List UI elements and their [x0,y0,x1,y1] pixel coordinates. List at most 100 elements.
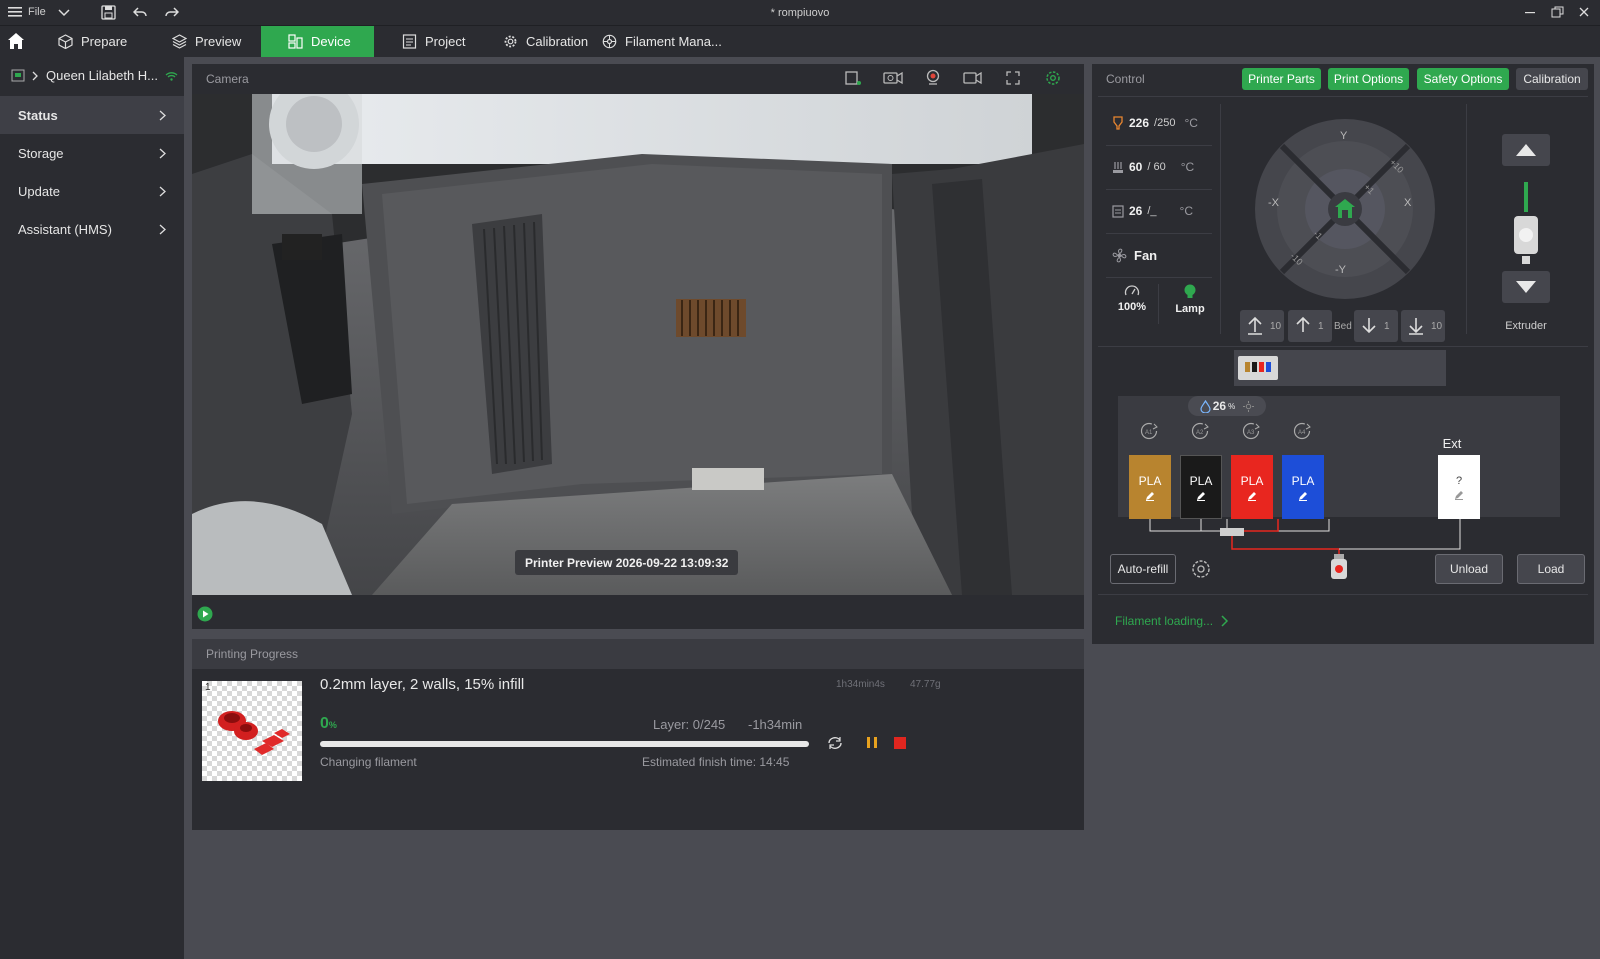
stop-icon[interactable] [894,737,906,749]
ams-humidity[interactable]: 26 % [1188,396,1266,416]
main-nav: Prepare Preview Device Project Calibrati… [0,26,1600,57]
minimize-icon[interactable] [1525,7,1535,17]
svg-text:A3: A3 [1247,430,1255,436]
tab-device[interactable]: Device [261,26,374,57]
refresh-a2-icon[interactable]: A2 [1190,421,1212,441]
jog-x-minus[interactable]: -X [1268,197,1279,209]
printer-icon [11,69,25,82]
sidebar-item-update[interactable]: Update [0,172,184,210]
chevron-right-icon [159,148,166,158]
play-icon[interactable] [197,606,213,622]
bed-unit: °C [1180,160,1195,174]
jog-y-minus[interactable]: -Y [1335,264,1346,276]
tab-preview[interactable]: Preview [158,26,255,57]
printer-parts-button[interactable]: Printer Parts [1242,68,1321,90]
edit-icon [1146,491,1154,501]
camera-settings-icon[interactable] [1045,70,1061,86]
bed-down-10-button[interactable]: 10 [1401,310,1445,342]
sd-card-icon[interactable] [844,70,862,86]
ams-settings-icon[interactable] [1190,558,1212,580]
tab-filament-manager[interactable]: Filament Mana... [588,26,736,57]
safety-options-button[interactable]: Safety Options [1417,68,1509,90]
refresh-a4-icon[interactable]: A4 [1292,421,1314,441]
refresh-a1-icon[interactable]: A1 [1139,421,1161,441]
camera-overlay-label: Printer Preview 2026-09-22 13:09:32 [515,550,739,575]
ams-unit-icon [1238,356,1278,380]
extruder-up-button[interactable] [1502,134,1550,166]
home-icon[interactable] [7,32,25,50]
print-options-button[interactable]: Print Options [1328,68,1409,90]
extruder-label: Extruder [1505,320,1547,332]
chevron-right-icon [159,186,166,196]
camera-panel: Camera Printer Preview 2026-09-22 13:09:… [192,64,1084,629]
auto-refill-button[interactable]: Auto-refill [1110,554,1176,584]
nozzle-unit: °C [1184,116,1198,130]
sun-icon [1243,400,1255,412]
record-icon[interactable] [925,69,941,86]
printer-name: Queen Lilabeth H... [46,68,159,83]
tab-preview-label: Preview [195,34,242,49]
fullscreen-icon[interactable] [1006,71,1020,85]
chevron-right-icon [159,110,166,120]
file-menu[interactable]: File [8,6,46,18]
nozzle-temperature[interactable]: 226 /250 °C [1112,116,1212,130]
tab-project[interactable]: Project [388,26,479,57]
bed-up-1-button[interactable]: 1 [1288,310,1332,342]
pause-icon[interactable] [866,736,878,749]
ams-slot-a2[interactable]: PLA [1180,455,1222,519]
bed-current: 60 [1129,160,1143,174]
ams-slot-a3[interactable]: PLA [1231,455,1273,519]
tab-calibration[interactable]: Calibration [489,26,602,57]
save-icon[interactable] [101,5,116,20]
lamp-label: Lamp [1175,303,1205,315]
chevron-down-icon[interactable] [58,8,70,18]
sidebar-item-assistant[interactable]: Assistant (HMS) [0,210,184,248]
unload-button[interactable]: Unload [1435,554,1503,584]
tab-prepare[interactable]: Prepare [44,26,141,57]
restore-icon[interactable] [1551,6,1564,18]
chevron-right-icon [159,224,166,234]
humidity-unit: % [1228,401,1236,411]
document-icon [402,34,417,49]
jog-x-plus[interactable]: X [1404,197,1411,209]
filament-loading-text: Filament loading... [1115,614,1214,628]
chamber-temperature[interactable]: 26 /_ °C [1112,204,1193,218]
fan-label: Fan [1134,248,1158,263]
jog-y-plus[interactable]: Y [1340,130,1347,142]
redo-icon[interactable] [165,6,179,19]
external-spool-slot[interactable]: ? [1438,455,1480,519]
chevron-right-icon [32,71,38,80]
speed-control[interactable]: 100% [1112,284,1152,313]
tab-project-label: Project [425,34,466,49]
ams-slot-a4[interactable]: PLA [1282,455,1324,519]
calibration-button[interactable]: Calibration [1516,68,1588,90]
bed-up-10-button[interactable]: 10 [1240,310,1284,342]
sidebar-item-label: Storage [18,145,64,161]
extruder-icon [1514,182,1538,264]
model-preview-icon [218,711,290,755]
refresh-a3-icon[interactable]: A3 [1241,421,1263,441]
load-button[interactable]: Load [1517,554,1585,584]
hamburger-icon [8,7,22,17]
extruder-down-button[interactable] [1502,271,1550,303]
printer-selector[interactable]: Queen Lilabeth H... [11,68,178,83]
sidebar-item-status[interactable]: Status [0,96,184,134]
lamp-control[interactable]: Lamp [1168,284,1212,315]
sidebar-item-storage[interactable]: Storage [0,134,184,172]
remaining-time: -1h34min [748,717,803,732]
ams-slot-a1[interactable]: PLA [1129,455,1171,519]
ams-selector[interactable] [1234,350,1446,386]
undo-icon[interactable] [133,6,147,19]
close-icon[interactable] [1579,7,1589,17]
heatbed-icon [1113,161,1123,173]
nozzle-target: /250 [1154,117,1176,129]
bed-down-1-button[interactable]: 1 [1354,310,1398,342]
timelapse-icon[interactable] [882,70,904,86]
camera-feed [192,94,1084,595]
refresh-icon[interactable] [827,736,843,750]
nozzle-current: 226 [1129,116,1150,130]
filament-loading-status[interactable]: Filament loading... [1115,614,1229,628]
bed-temperature[interactable]: 60 / 60 °C [1112,160,1194,174]
fan-control[interactable]: Fan [1112,248,1157,263]
video-icon[interactable] [963,70,983,86]
